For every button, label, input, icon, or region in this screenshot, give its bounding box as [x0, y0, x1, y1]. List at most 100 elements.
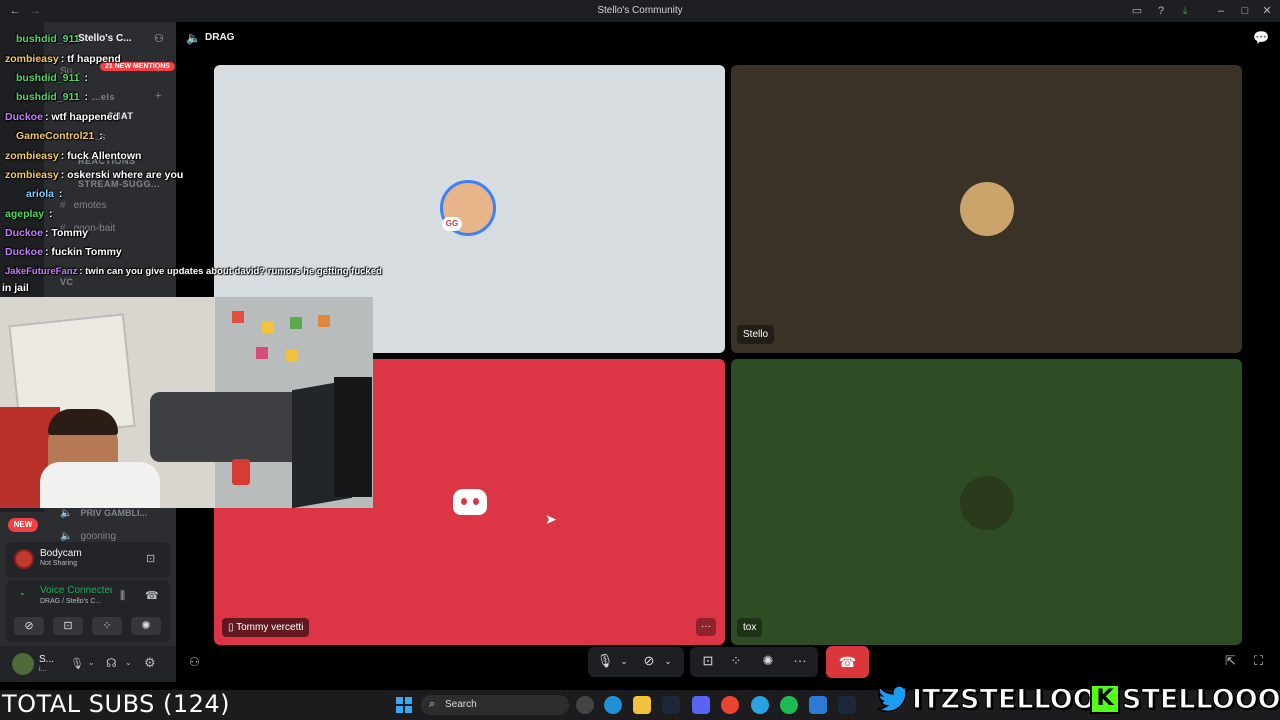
windows-start-icon[interactable]	[396, 697, 412, 713]
chevron-down-icon[interactable]: ⌄	[616, 647, 632, 675]
soundboard-button[interactable]: ✺	[131, 617, 161, 635]
activities-icon[interactable]: ⁘	[722, 647, 750, 675]
chat-message: ageplay :	[5, 208, 53, 220]
camera-off-button[interactable]: ⊘	[14, 617, 44, 635]
participant-tile-stello[interactable]: Stello	[731, 65, 1242, 353]
bodycam-avatar	[14, 549, 34, 569]
chat-message: bushdid_911 :	[16, 91, 89, 103]
total-subs-counter: TOTAL SUBS (124)	[2, 690, 231, 718]
participant-avatar	[960, 182, 1014, 236]
search-placeholder: Search	[445, 699, 477, 710]
channel-item-priv-gambling[interactable]: 🔈 PRIV GAMBLI...	[60, 508, 147, 519]
signal-icon: ◔	[18, 589, 25, 601]
kick-logo-icon: K	[1090, 684, 1120, 714]
chatgpt-icon[interactable]	[576, 696, 594, 714]
chat-message: JakeFutureFanz: twin can you give update…	[5, 266, 382, 277]
user-status: i...	[39, 666, 47, 673]
file-explorer-icon[interactable]	[633, 696, 651, 714]
speaker-icon: 🔈	[60, 531, 73, 542]
inbox-icon[interactable]: ▭	[1130, 4, 1144, 18]
minimize-icon[interactable]: –	[1214, 4, 1228, 18]
participant-name: tox	[737, 618, 763, 637]
chat-bubble-icon[interactable]: 💬	[1253, 30, 1269, 46]
channel-label: PRIV GAMBLI...	[80, 508, 147, 518]
more-icon[interactable]: ···	[786, 647, 814, 675]
chat-message: bushdid_911	[16, 33, 80, 45]
twitter-bird-icon	[877, 684, 911, 714]
participant-avatar	[960, 476, 1014, 530]
help-icon[interactable]: ?	[1154, 4, 1168, 18]
screen-share-icon[interactable]: ⊡	[146, 552, 155, 565]
settings-gear-icon[interactable]: ⚙	[144, 655, 156, 671]
spotify-icon[interactable]	[780, 696, 798, 714]
participant-tile-tox[interactable]: tox	[731, 359, 1242, 645]
twitter-handle: ITZSTELLOO	[911, 683, 1096, 715]
voice-location[interactable]: DRAG / Stello's C...	[40, 598, 101, 605]
participant-name-tag: ▯ Tommy vercetti	[222, 618, 310, 637]
app-icon[interactable]	[809, 696, 827, 714]
channel-label: gooning	[80, 531, 117, 542]
chevron-down-icon[interactable]: ⌄	[88, 658, 95, 667]
window-title: Stello's Community	[597, 5, 683, 16]
chat-message: ariola :	[26, 188, 63, 200]
noise-suppression-icon[interactable]: ⫼	[120, 590, 125, 603]
new-badge[interactable]: NEW	[8, 518, 38, 532]
chat-message: Duckoe: fuckin Tommy	[5, 246, 122, 258]
participant-name: Stello	[737, 325, 775, 344]
search-icon: ⌕	[429, 698, 436, 710]
user-name: S...	[39, 654, 55, 665]
share-screen-icon[interactable]: ⊡	[694, 647, 722, 675]
steam-icon[interactable]	[838, 696, 856, 714]
hang-up-button[interactable]: ☎	[826, 646, 869, 678]
discord-logo-icon	[453, 489, 487, 515]
microphone-icon[interactable]: 🎙	[594, 647, 616, 675]
download-icon[interactable]: ⤓	[1178, 4, 1192, 18]
activities-button[interactable]: ⁘	[92, 617, 122, 635]
close-icon[interactable]: ✕	[1260, 4, 1274, 18]
chat-message: zombieasy: tf happend	[5, 53, 121, 65]
voice-connected-label[interactable]: Voice Connected	[40, 585, 112, 596]
popout-icon[interactable]: ⇱	[1225, 653, 1236, 669]
chrome-icon[interactable]	[721, 696, 739, 714]
kick-handle: STELLOOO	[1121, 683, 1280, 715]
share-screen-button[interactable]: ⊡	[53, 617, 83, 635]
edge-icon[interactable]	[604, 696, 622, 714]
headphones-icon[interactable]: ☊	[106, 656, 117, 670]
chat-message: GameControl21 :	[16, 130, 103, 142]
mic-camera-controls: 🎙 ⌄ ⊘ ⌄	[588, 647, 684, 677]
chat-message: in jail	[2, 282, 29, 294]
speaker-icon: 🔈	[60, 508, 73, 519]
stream-chat-overlay: bushdid_911 zombieasy: tf happend bushdi…	[0, 28, 420, 298]
channel-item-gooning[interactable]: 🔈 gooning	[60, 531, 116, 542]
chevron-down-icon[interactable]: ⌄	[660, 647, 676, 675]
chevron-down-icon[interactable]: ⌄	[125, 658, 132, 667]
telegram-icon[interactable]	[751, 696, 769, 714]
more-options-icon[interactable]: ···	[696, 618, 716, 636]
steam-icon[interactable]	[662, 696, 680, 714]
user-avatar[interactable]	[12, 653, 34, 675]
maximize-icon[interactable]: □	[1238, 4, 1252, 18]
bed	[150, 392, 300, 462]
mobile-icon: ▯	[228, 622, 234, 633]
chat-message: Duckoe: Tommy	[5, 227, 88, 239]
soundboard-icon[interactable]: ✺	[754, 647, 782, 675]
streamer-webcam	[0, 297, 373, 508]
taskbar-search-box[interactable]: ⌕ Search	[421, 695, 569, 715]
gg-sticker: GG	[442, 217, 462, 231]
discord-icon[interactable]	[692, 696, 710, 714]
mouse-cursor: ➤	[545, 511, 557, 527]
call-actions: ⊡ ⁘ ✺ ···	[690, 647, 818, 677]
bodycam-name: Bodycam	[40, 548, 82, 559]
chat-message: zombieasy: oskerski where are you	[5, 169, 184, 181]
fullscreen-icon[interactable]: ⛶	[1254, 653, 1263, 669]
camera-off-icon[interactable]: ⊘	[638, 647, 660, 675]
chat-message: Duckoe: wtf happened	[5, 111, 120, 123]
microphone-icon[interactable]: 🎙	[70, 657, 84, 670]
bodycam-status: Not Sharing	[40, 560, 77, 567]
window-title-bar: ← → Stello's Community ▭ ? ⤓ – □ ✕	[0, 0, 1280, 22]
add-person-icon[interactable]: ⚇	[189, 655, 200, 669]
chat-message: bushdid_911 :	[16, 72, 89, 84]
participant-name: Tommy vercetti	[236, 622, 304, 633]
chat-message: zombieasy: fuck Allentown	[5, 150, 142, 162]
disconnect-icon[interactable]: ☎	[145, 589, 159, 602]
